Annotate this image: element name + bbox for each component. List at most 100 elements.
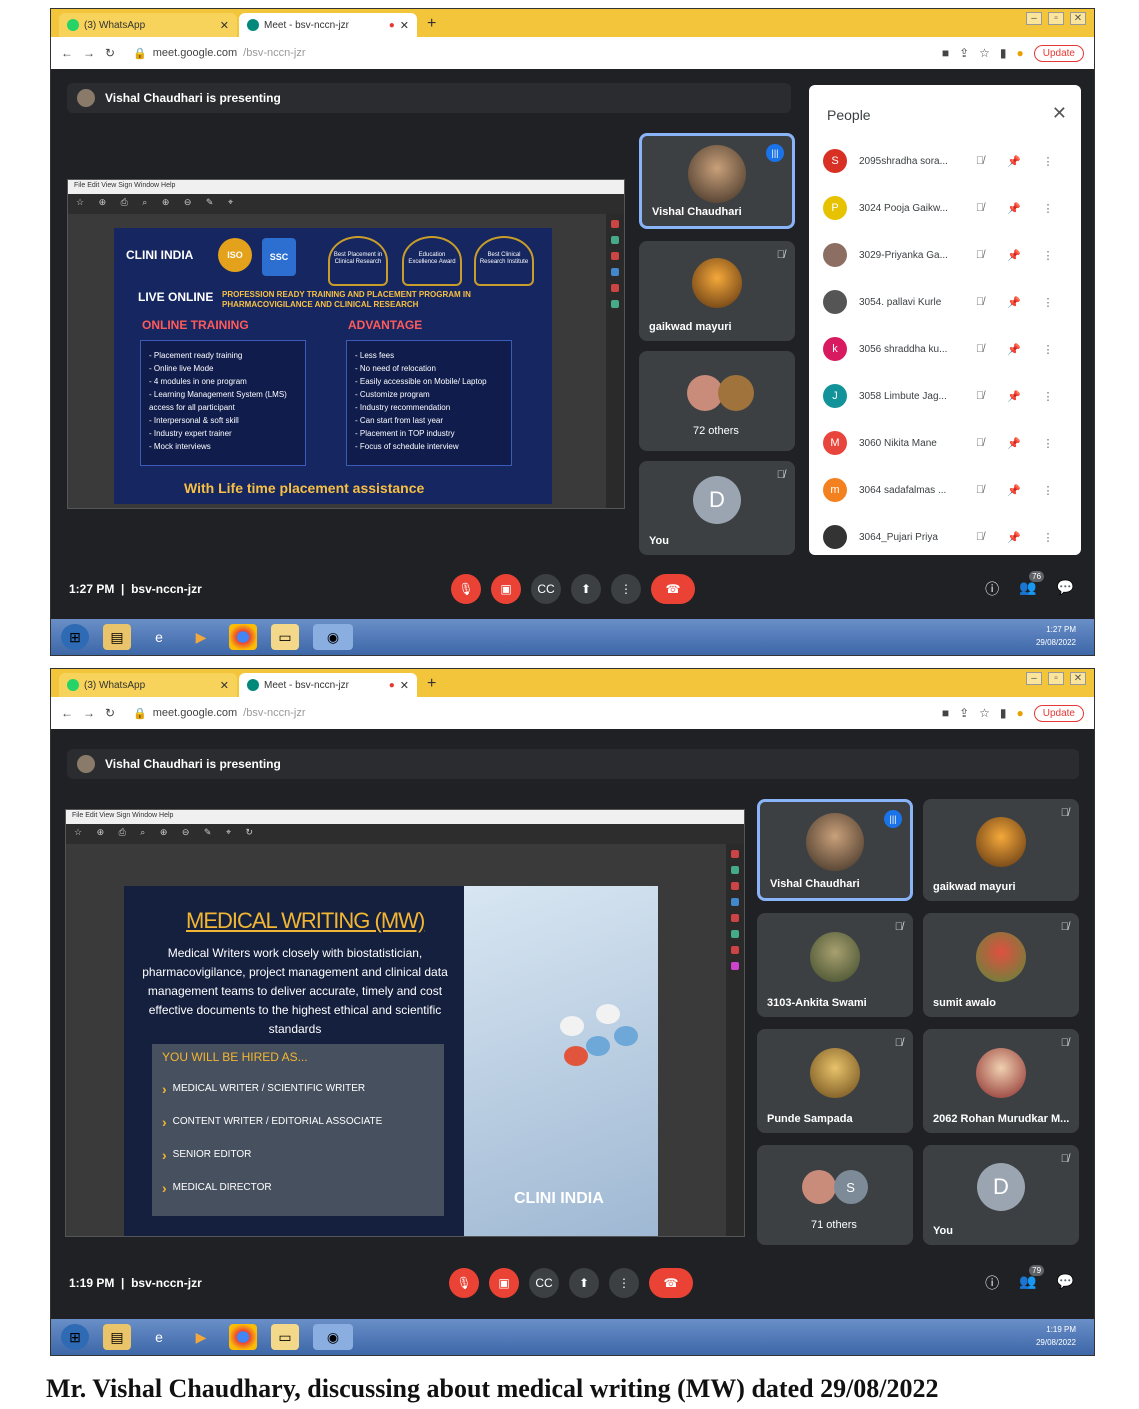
folder-icon[interactable]: ▭ [271,624,299,650]
people-list-item[interactable]: S 2095shradha sora... 🎙̸ 📌 ⋮ [823,141,1067,181]
pin-icon[interactable]: 📌 [1003,531,1025,544]
window-close-icon[interactable]: ✕ [1070,12,1086,25]
camera-off-button[interactable]: ▣ [491,574,521,604]
ie-icon[interactable]: e [145,1324,173,1350]
pin-icon[interactable]: 📌 [1003,296,1025,309]
update-button[interactable]: Update [1033,704,1084,722]
participant-tile-ankita[interactable]: 🎙̸ 3103-Ankita Swami [757,913,913,1017]
participant-tile-you[interactable]: D 🎙̸ You [923,1145,1079,1245]
people-list-item[interactable]: k 3056 shraddha ku... 🎙̸ 📌 ⋮ [823,329,1067,369]
pin-icon[interactable]: 📌 [1003,249,1025,262]
more-icon[interactable]: ⋮ [1037,390,1059,403]
share-icon[interactable]: ⇪ [959,706,969,720]
chrome-active-icon[interactable]: ◉ [313,624,353,650]
camera-icon[interactable]: ■ [942,46,949,60]
captions-button[interactable]: CC [529,1268,559,1298]
people-list-item[interactable]: P 3024 Pooja Gaikw... 🎙̸ 📌 ⋮ [823,188,1067,228]
people-list-item[interactable]: 3064_Pujari Priya 🎙̸ 📌 ⋮ [823,517,1067,557]
more-icon[interactable]: ⋮ [1037,296,1059,309]
leave-call-button[interactable]: ☎ [649,1268,693,1298]
pin-icon[interactable]: 📌 [1003,155,1025,168]
close-tab-icon[interactable]: ✕ [400,19,409,32]
minimize-icon[interactable]: – [1026,672,1042,685]
participant-tile-vishal[interactable]: ||| Vishal Chaudhari [757,799,913,901]
camera-icon[interactable]: ■ [942,706,949,720]
pin-icon[interactable]: 📌 [1003,484,1025,497]
present-button[interactable]: ⬆ [571,574,601,604]
captions-button[interactable]: CC [531,574,561,604]
forward-icon[interactable]: → [83,706,95,720]
more-options-button[interactable]: ⋮ [611,574,641,604]
sidepanel-icon[interactable]: ▮ [1000,46,1007,60]
close-tab-icon[interactable]: ✕ [220,679,229,692]
ie-icon[interactable]: e [145,624,173,650]
tab-meet[interactable]: Meet - bsv-nccn-jzr ● ✕ [239,673,417,697]
update-button[interactable]: Update [1033,44,1084,62]
pin-icon[interactable]: 📌 [1003,437,1025,450]
close-tab-icon[interactable]: ✕ [220,19,229,32]
chat-icon[interactable]: 💬 [1057,1273,1074,1293]
star-icon[interactable]: ☆ [979,46,990,60]
people-icon[interactable]: 👥 79 [1019,1265,1045,1293]
share-icon[interactable]: ⇪ [959,46,969,60]
close-icon[interactable]: ✕ [1052,103,1067,124]
more-icon[interactable]: ⋮ [1037,249,1059,262]
more-icon[interactable]: ⋮ [1037,343,1059,356]
forward-icon[interactable]: → [83,46,95,60]
participant-tile-you[interactable]: D 🎙̸ You [639,461,795,555]
pin-icon[interactable]: 📌 [1003,343,1025,356]
people-list-item[interactable]: 3029-Priyanka Ga... 🎙̸ 📌 ⋮ [823,235,1067,275]
mic-off-button[interactable]: 🎙 [449,1268,479,1298]
back-icon[interactable]: ← [61,706,73,720]
start-button[interactable]: ⊞ [61,1324,89,1350]
minimize-icon[interactable]: – [1026,12,1042,25]
sidepanel-icon[interactable]: ▮ [1000,706,1007,720]
back-icon[interactable]: ← [61,46,73,60]
more-icon[interactable]: ⋮ [1037,202,1059,215]
maximize-icon[interactable]: ▫ [1048,12,1064,25]
more-icon[interactable]: ⋮ [1037,155,1059,168]
participant-tile-sumit[interactable]: 🎙̸ sumit awalo [923,913,1079,1017]
new-tab-button[interactable]: + [427,15,436,33]
pin-icon[interactable]: 📌 [1003,390,1025,403]
media-player-icon[interactable]: ▶ [187,624,215,650]
present-button[interactable]: ⬆ [569,1268,599,1298]
people-list-item[interactable]: J 3058 Limbute Jag... 🎙̸ 📌 ⋮ [823,376,1067,416]
more-options-button[interactable]: ⋮ [609,1268,639,1298]
url-field[interactable]: 🔒 meet.google.com/bsv-nccn-jzr [125,702,932,724]
maximize-icon[interactable]: ▫ [1048,672,1064,685]
people-list-item[interactable]: M 3060 Nikita Mane 🎙̸ 📌 ⋮ [823,423,1067,463]
media-player-icon[interactable]: ▶ [187,1324,215,1350]
explorer-icon[interactable]: ▤ [103,1324,131,1350]
new-tab-button[interactable]: + [427,675,436,693]
more-icon[interactable]: ⋮ [1037,531,1059,544]
mic-off-button[interactable]: 🎙 [451,574,481,604]
leave-call-button[interactable]: ☎ [651,574,695,604]
info-icon[interactable]: ⓘ [985,579,999,599]
tab-whatsapp[interactable]: (3) WhatsApp ✕ [59,13,237,37]
people-icon[interactable]: 👥 76 [1019,571,1045,599]
chrome-icon[interactable] [229,1324,257,1350]
participant-tile-others[interactable]: S 71 others [757,1145,913,1245]
tab-meet[interactable]: Meet - bsv-nccn-jzr ● ✕ [239,13,417,37]
tab-whatsapp[interactable]: (3) WhatsApp ✕ [59,673,237,697]
more-icon[interactable]: ⋮ [1037,484,1059,497]
profile-icon[interactable]: ● [1017,706,1024,720]
participant-tile-gaikwad[interactable]: 🎙̸ gaikwad mayuri [639,241,795,341]
participant-tile-gaikwad[interactable]: 🎙̸ gaikwad mayuri [923,799,1079,901]
participant-tile-others[interactable]: 72 others [639,351,795,451]
reload-icon[interactable]: ↻ [105,46,115,60]
more-icon[interactable]: ⋮ [1037,437,1059,450]
explorer-icon[interactable]: ▤ [103,624,131,650]
folder-icon[interactable]: ▭ [271,1324,299,1350]
participant-tile-rohan[interactable]: 🎙̸ 2062 Rohan Murudkar M... [923,1029,1079,1133]
camera-off-button[interactable]: ▣ [489,1268,519,1298]
star-icon[interactable]: ☆ [979,706,990,720]
start-button[interactable]: ⊞ [61,624,89,650]
reload-icon[interactable]: ↻ [105,706,115,720]
participant-tile-vishal[interactable]: ||| Vishal Chaudhari [639,133,795,229]
chrome-icon[interactable] [229,624,257,650]
chrome-active-icon[interactable]: ◉ [313,1324,353,1350]
people-list-item[interactable]: m 3064 sadafalmas ... 🎙̸ 📌 ⋮ [823,470,1067,510]
pin-icon[interactable]: 📌 [1003,202,1025,215]
